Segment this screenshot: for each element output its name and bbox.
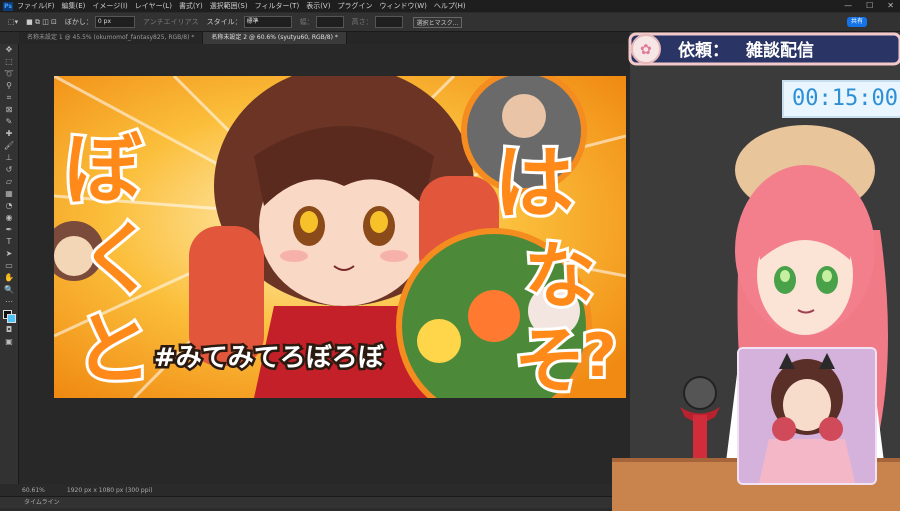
- selection-mode-icons[interactable]: ■ ⧉ ◫ ⊡: [26, 18, 57, 27]
- more-tools-icon[interactable]: ⋯: [0, 296, 18, 308]
- thumbnail-artwork: ぼ く と は な そ ? #みてみてろぼろぼ: [54, 76, 626, 398]
- menu-view[interactable]: 表示(V): [306, 1, 330, 11]
- menu-window[interactable]: ウィンドウ(W): [379, 1, 426, 11]
- select-and-mask-button[interactable]: 選択とマスク...: [412, 16, 463, 28]
- menu-image[interactable]: イメージ(I): [92, 1, 127, 11]
- status-bar: 60.61% 1920 px x 1080 px (300 ppi): [0, 484, 630, 496]
- tab-document-2[interactable]: 名称未設定 2 @ 60.6% (syutyu60, RGB/8) *: [203, 32, 347, 44]
- style-select[interactable]: 標準: [243, 16, 292, 28]
- menu-select[interactable]: 選択範囲(S): [210, 1, 248, 11]
- brush-tool-icon[interactable]: 🖌: [0, 140, 18, 152]
- share-button[interactable]: 共有: [847, 17, 867, 27]
- photoshop-logo: Ps: [3, 1, 13, 11]
- hashtag-text: #みてみてろぼろぼ: [154, 343, 385, 373]
- menu-bar: Ps ファイル(F) 編集(E) イメージ(I) レイヤー(L) 書式(Y) 選…: [0, 0, 900, 12]
- timeline-panel: タイムライン: [0, 496, 630, 508]
- menu-plugins[interactable]: プラグイン: [337, 1, 372, 11]
- hand-tool-icon[interactable]: ✋: [0, 272, 18, 284]
- frame-tool-icon[interactable]: ⊠: [0, 104, 18, 116]
- canvas-document[interactable]: ぼ く と は な そ ? #みてみてろぼろぼ: [54, 76, 626, 398]
- quick-select-icon[interactable]: ⚲: [0, 80, 18, 92]
- blur-label: ぼかし：: [64, 18, 93, 26]
- zoom-tool-icon[interactable]: 🔍: [0, 284, 18, 296]
- shape-tool-icon[interactable]: ▭: [0, 260, 18, 272]
- antialias-checkbox[interactable]: アンチエイリアス: [143, 17, 199, 27]
- menu-layer[interactable]: レイヤー(L): [135, 1, 172, 11]
- left-text-2: く: [79, 215, 157, 305]
- screen-mode-icon[interactable]: ▣: [0, 336, 18, 348]
- right-text-2: な: [524, 234, 596, 318]
- menu-file[interactable]: ファイル(F): [17, 1, 55, 11]
- style-label: スタイル：: [206, 18, 242, 26]
- minimize-icon[interactable]: —: [844, 1, 852, 10]
- height-input[interactable]: [374, 16, 403, 28]
- banner-label: 依頼：: [678, 40, 729, 61]
- marquee-tool-icon[interactable]: ⬚▾: [8, 18, 18, 26]
- blur-tool-icon[interactable]: ◔: [0, 200, 18, 212]
- width-input[interactable]: [315, 16, 344, 28]
- stamp-tool-icon[interactable]: ⊥: [0, 152, 18, 164]
- history-brush-icon[interactable]: ↺: [0, 164, 18, 176]
- quick-mask-icon[interactable]: ◘: [0, 324, 18, 336]
- menu-help[interactable]: ヘルプ(H): [434, 1, 466, 11]
- crop-tool-icon[interactable]: ⌗: [0, 92, 18, 104]
- document-tabs: 名称未設定 1 @ 45.5% (okumomof_fantasy825, RG…: [19, 32, 629, 44]
- move-tool-icon[interactable]: ✥: [0, 44, 18, 56]
- menu-edit[interactable]: 編集(E): [62, 1, 86, 11]
- dodge-tool-icon[interactable]: ◉: [0, 212, 18, 224]
- width-label: 幅：: [299, 18, 314, 26]
- marquee-tool-icon[interactable]: ⬚: [0, 56, 18, 68]
- height-label: 高さ：: [351, 18, 373, 26]
- healing-brush-icon[interactable]: ✚: [0, 128, 18, 140]
- banner-value: 雑談配信: [745, 40, 814, 61]
- eraser-icon[interactable]: ▱: [0, 176, 18, 188]
- tools-panel: ✥ ⬚ ➰ ⚲ ⌗ ⊠ ✎ ✚ 🖌 ⊥ ↺ ▱ ▦ ◔ ◉ ✒ T ➤ ▭ ✋ …: [0, 44, 19, 484]
- type-tool-icon[interactable]: T: [0, 236, 18, 248]
- right-text-1: は: [494, 137, 574, 230]
- blur-input[interactable]: 0 px: [94, 16, 135, 28]
- maximize-icon[interactable]: ☐: [866, 1, 873, 10]
- webcam-inset: [737, 347, 877, 485]
- right-text-3: そ: [514, 319, 586, 398]
- menu-filter[interactable]: フィルター(T): [255, 1, 300, 11]
- close-icon[interactable]: ✕: [887, 1, 894, 10]
- tab-document-1[interactable]: 名称未設定 1 @ 45.5% (okumomof_fantasy825, RG…: [19, 32, 204, 44]
- request-banner: ✿ 依頼： 雑談配信: [628, 32, 900, 66]
- left-text-1: ぼ: [64, 125, 143, 215]
- lasso-tool-icon[interactable]: ➰: [0, 68, 18, 80]
- window-controls: — ☐ ✕: [844, 1, 894, 10]
- pen-tool-icon[interactable]: ✒: [0, 224, 18, 236]
- webcam-avatar: [739, 349, 875, 483]
- zoom-level[interactable]: 60.61%: [22, 487, 45, 494]
- eyedropper-icon[interactable]: ✎: [0, 116, 18, 128]
- gradient-icon[interactable]: ▦: [0, 188, 18, 200]
- left-text-3: と: [74, 305, 152, 395]
- timeline-tab[interactable]: タイムライン: [24, 499, 60, 506]
- right-text-4: ?: [582, 321, 617, 391]
- color-swatch-icon[interactable]: [0, 308, 18, 324]
- document-info[interactable]: 1920 px x 1080 px (300 ppi): [67, 487, 153, 494]
- path-select-icon[interactable]: ➤: [0, 248, 18, 260]
- menu-type[interactable]: 書式(Y): [179, 1, 203, 11]
- flower-icon: ✿: [640, 42, 652, 58]
